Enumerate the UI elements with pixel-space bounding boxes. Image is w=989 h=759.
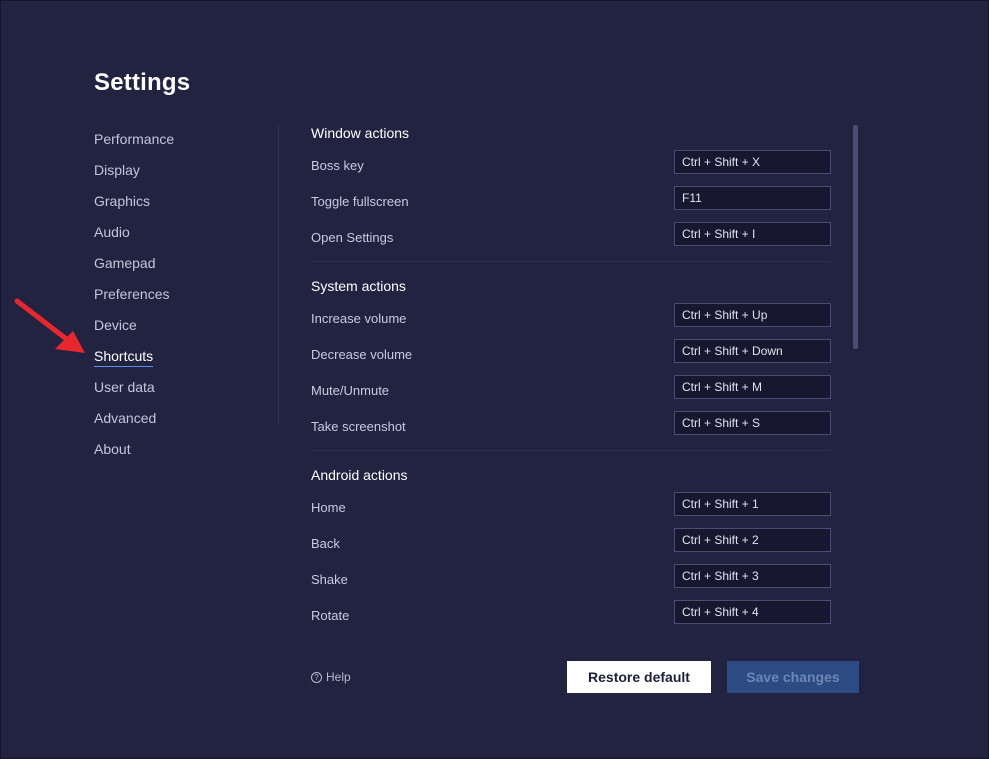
scrollbar[interactable] (853, 125, 858, 635)
shortcut-key-input[interactable]: Ctrl + Shift + X (674, 150, 831, 174)
nav-item-label: Performance (94, 131, 175, 147)
question-circle-icon: ? (311, 671, 322, 683)
red-arrow-icon (14, 298, 85, 353)
shortcut-key-input[interactable]: Ctrl + Shift + Up (674, 303, 831, 327)
shortcut-row: Shake Ctrl + Shift + 3 (311, 563, 831, 599)
section-title: System actions (311, 278, 406, 294)
section-title: Window actions (311, 125, 410, 141)
nav-audio[interactable]: Audio (94, 218, 274, 249)
shortcut-key-input[interactable]: Ctrl + Shift + 2 (674, 528, 831, 552)
shortcut-label: Rotate (311, 608, 350, 623)
nav-item-label: Advanced (94, 410, 157, 426)
settings-nav: Performance Display Graphics Audio Gamepad Pr… (94, 125, 274, 466)
shortcut-row: Decrease volume Ctrl + Shift + Down (311, 338, 831, 374)
shortcut-key-input[interactable]: Ctrl + Shift + Down (674, 339, 831, 363)
restore-default-button[interactable]: Restore default (567, 661, 711, 693)
nav-item-label: Preferences (94, 286, 170, 302)
shortcut-section: Android actions Home Ctrl + Shift + 1 Back C… (311, 459, 831, 635)
nav-item-label: Device (94, 317, 137, 333)
nav-shortcuts[interactable]: Shortcuts (94, 342, 274, 373)
shortcut-label: Decrease volume (311, 347, 413, 362)
help-label: Help (326, 670, 351, 684)
section-divider (311, 261, 831, 262)
nav-user-data[interactable]: User data (94, 373, 274, 404)
nav-performance[interactable]: Performance (94, 125, 274, 156)
nav-item-label: About (94, 441, 131, 457)
save-changes-button[interactable]: Save changes (727, 661, 859, 693)
shortcut-label: Home (311, 500, 346, 515)
shortcut-label: Take screenshot (311, 419, 406, 434)
shortcut-label: Toggle fullscreen (311, 194, 409, 209)
shortcut-row: Increase volume Ctrl + Shift + Up (311, 302, 831, 338)
shortcut-label: Open Settings (311, 230, 394, 245)
nav-item-label: Gamepad (94, 255, 156, 271)
shortcut-key-input[interactable]: Ctrl + Shift + 1 (674, 492, 831, 516)
scrollbar-thumb[interactable] (853, 125, 858, 349)
shortcut-section: System actions Increase volume Ctrl + Shif… (311, 270, 831, 446)
shortcut-row: Take screenshot Ctrl + Shift + S (311, 410, 831, 446)
nav-display[interactable]: Display (94, 156, 274, 187)
nav-divider (278, 125, 279, 425)
nav-item-label: Graphics (94, 193, 151, 209)
shortcut-row: Toggle fullscreen F11 (311, 185, 831, 221)
section-title: Android actions (311, 467, 408, 483)
nav-item-label: Display (94, 162, 140, 178)
shortcut-key-input[interactable]: Ctrl + Shift + 3 (674, 564, 831, 588)
shortcut-section: Window actions Boss key Ctrl + Shift + X To… (311, 117, 831, 257)
shortcut-label: Shake (311, 572, 348, 587)
section-divider (311, 450, 831, 451)
shortcut-key-input[interactable]: Ctrl + Shift + M (674, 375, 831, 399)
page-title: Settings (94, 69, 191, 96)
shortcuts-panel: Window actions Boss key Ctrl + Shift + X To… (311, 117, 831, 639)
nav-advanced[interactable]: Advanced (94, 404, 274, 435)
nav-device[interactable]: Device (94, 311, 274, 342)
shortcut-row: Mute/Unmute Ctrl + Shift + M (311, 374, 831, 410)
shortcut-label: Increase volume (311, 311, 407, 326)
shortcut-key-input[interactable]: Ctrl + Shift + I (674, 222, 831, 246)
nav-about[interactable]: About (94, 435, 274, 466)
help-link[interactable]: ? Help (311, 670, 351, 684)
shortcut-key-input[interactable]: F11 (674, 186, 831, 210)
nav-item-label: Audio (94, 224, 130, 240)
nav-graphics[interactable]: Graphics (94, 187, 274, 218)
shortcut-label: Boss key (311, 158, 364, 173)
shortcut-row: Boss key Ctrl + Shift + X (311, 149, 831, 185)
shortcut-row: Home Ctrl + Shift + 1 (311, 491, 831, 527)
shortcut-label: Mute/Unmute (311, 383, 390, 398)
settings-window: Settings Performance Display Graphics Audio… (0, 0, 989, 759)
shortcut-key-input[interactable]: Ctrl + Shift + 4 (674, 600, 831, 624)
shortcut-row: Back Ctrl + Shift + 2 (311, 527, 831, 563)
shortcut-row: Rotate Ctrl + Shift + 4 (311, 599, 831, 635)
shortcut-label: Back (311, 536, 340, 551)
shortcut-key-input[interactable]: Ctrl + Shift + S (674, 411, 831, 435)
nav-gamepad[interactable]: Gamepad (94, 249, 274, 280)
nav-item-label: User data (94, 379, 155, 395)
nav-item-label: Shortcuts (94, 348, 154, 367)
shortcut-row: Open Settings Ctrl + Shift + I (311, 221, 831, 257)
nav-preferences[interactable]: Preferences (94, 280, 274, 311)
